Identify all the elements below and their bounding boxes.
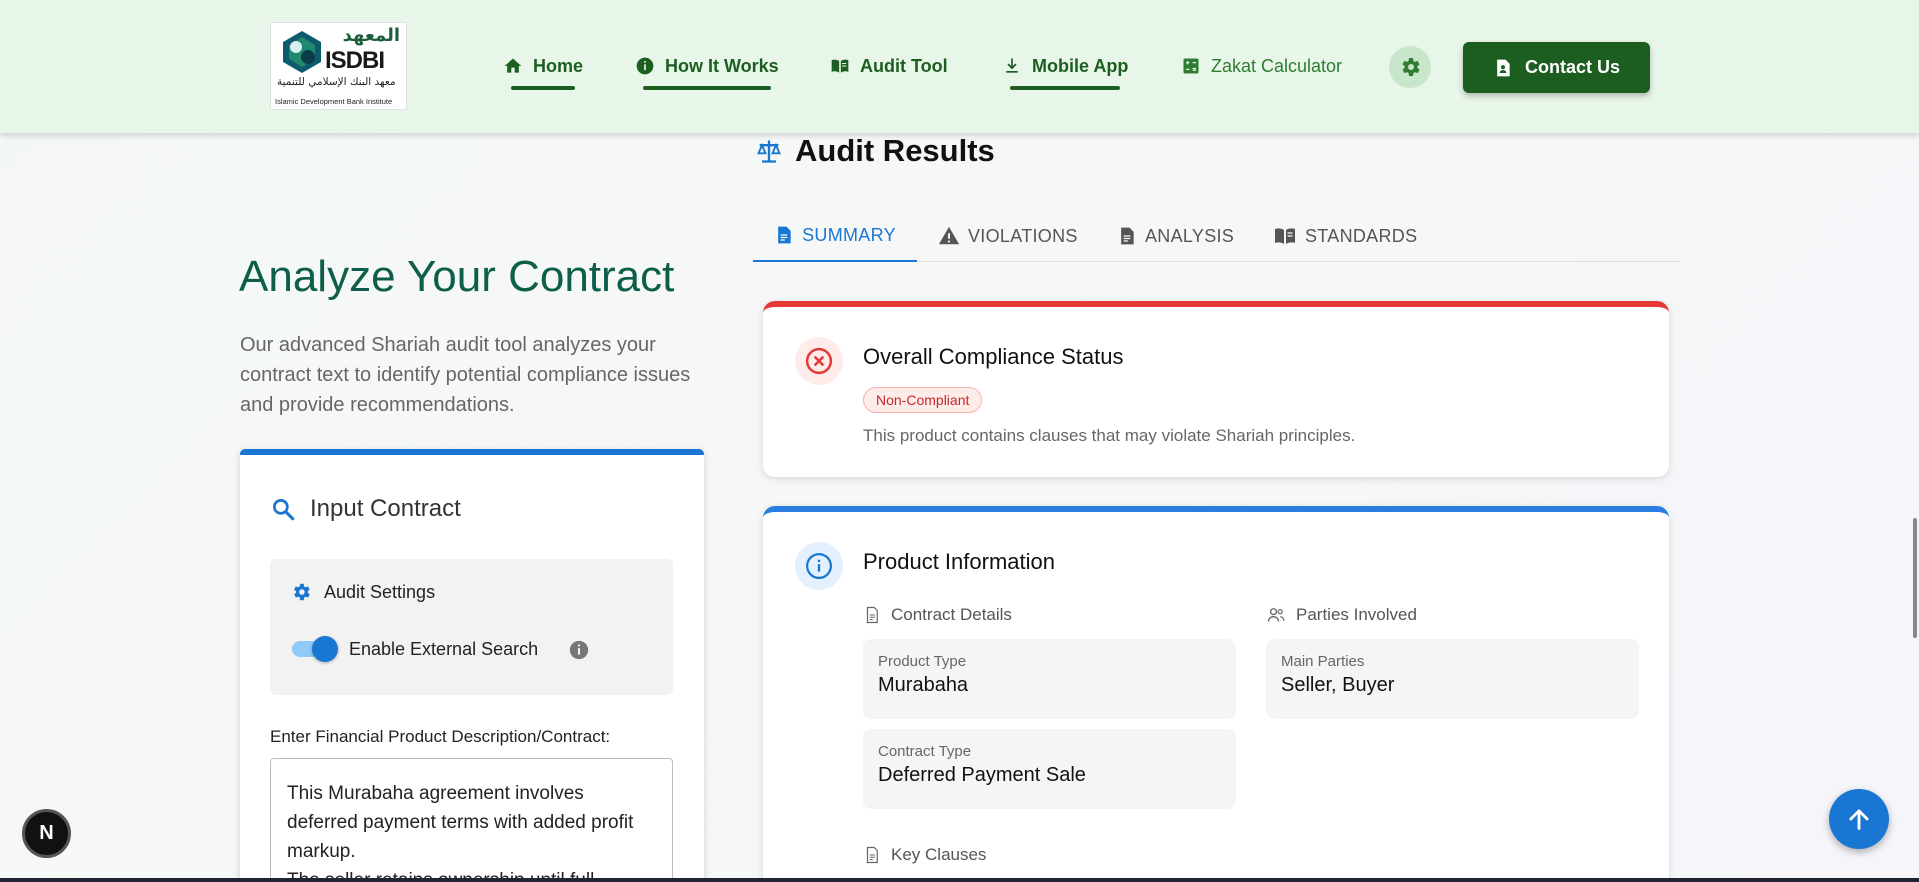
tab-summary[interactable]: SUMMARY [753,210,917,262]
calculator-icon [1183,58,1199,74]
nav-home-underline [511,86,576,90]
nav-mobile-app-underline [1010,86,1121,90]
error-circle-icon [805,347,833,375]
external-search-label: Enable External Search [349,639,539,659]
compliance-status-card: Overall Compliance Status Non-Compliant … [763,301,1669,477]
logo-arabic-title: المعهد [342,25,400,46]
tab-violations-label: VIOLATIONS [968,225,1078,246]
logo-arabic-name: معهد البنك الإسلامي للتنمية [277,76,396,88]
audit-settings-header: Audit Settings [290,581,435,603]
gear-icon [294,583,310,601]
product-type-label: Product Type [878,653,967,670]
nav-audit-tool[interactable]: Audit Tool [830,52,948,80]
info-outline-icon [806,553,832,579]
download-icon [1006,58,1018,73]
audit-results-title: Audit Results [795,133,995,168]
scrollbar-thumb[interactable] [1913,518,1917,638]
tab-summary-label: SUMMARY [802,224,896,245]
main-parties-box: Main Parties Seller, Buyer [1266,639,1639,719]
document-icon [1121,227,1134,245]
page-description: Our advanced Shariah audit tool analyzes… [240,334,691,416]
nav-zakat-calculator-label: Zakat Calculator [1211,55,1343,76]
tab-standards[interactable]: STANDARDS [1273,210,1417,262]
settings-button[interactable] [1389,46,1431,88]
audit-settings-title: Audit Settings [324,581,436,602]
nav-home[interactable]: Home [503,52,584,90]
results-tabs: SUMMARY VIOLATIONS ANALYSIS STANDARDS [753,210,1679,262]
audit-settings-panel: Audit Settings Enable External Search [270,559,673,695]
next-dev-indicator-button[interactable]: N [22,809,71,858]
nav-audit-tool-label: Audit Tool [860,55,948,76]
nav-home-label: Home [533,55,584,76]
info-icon[interactable] [568,639,590,661]
key-clauses-section: Key Clauses [863,845,986,865]
contact-document-icon [1497,59,1510,76]
n-badge-label: N [39,822,54,844]
logo-english-name: Islamic Development Bank Institute [275,97,393,106]
external-search-toggle[interactable] [290,635,338,663]
nav-how-it-works-underline [643,86,771,90]
tab-analysis[interactable]: ANALYSIS [1117,210,1234,262]
tab-analysis-label: ANALYSIS [1145,225,1235,246]
page-title: Analyze Your Contract [239,252,675,301]
home-icon [504,58,522,73]
logo-acronym: ISDBI [325,47,385,74]
contract-type-value: Deferred Payment Sale [878,764,1086,786]
nav-mobile-app-label: Mobile App [1032,55,1129,76]
search-icon [272,498,295,521]
bottom-edge-bar [0,878,1919,882]
product-type-value: Murabaha [878,674,969,696]
arrow-up-icon [1849,809,1869,830]
status-icon-wrapper [795,337,843,385]
compliance-status-description: This product contains clauses that may v… [863,426,1356,445]
contract-textarea[interactable]: This Murabaha agreement involves deferre… [270,758,673,882]
book-icon [1275,228,1295,244]
input-contract-card: Input Contract Audit Settings Enable Ext… [240,449,704,882]
book-icon [831,59,849,73]
users-icon [1267,608,1285,622]
contract-details-section: Contract Details [863,605,1012,625]
document-outline-icon [866,606,878,624]
product-information-card: Product Information Contract Details Par… [763,506,1669,882]
contract-type-label: Contract Type [878,743,972,760]
nav-how-it-works[interactable]: How It Works [635,52,779,90]
toggle-knob [312,636,338,662]
scale-balance-icon [757,140,781,163]
main-parties-label: Main Parties [1281,653,1365,670]
contract-details-label: Contract Details [891,605,1012,624]
key-clauses-label: Key Clauses [891,845,987,864]
document-outline-icon [866,846,878,864]
nav-how-it-works-label: How It Works [665,55,779,76]
document-icon [778,226,791,244]
parties-involved-label: Parties Involved [1296,605,1417,624]
compliance-status-title: Overall Compliance Status [863,344,1124,369]
scroll-to-top-button[interactable] [1829,789,1889,849]
main-parties-value: Seller, Buyer [1281,674,1395,696]
contact-us-button[interactable]: Contact Us [1463,42,1650,93]
parties-involved-section: Parties Involved [1266,605,1417,625]
nav-zakat-calculator[interactable]: Zakat Calculator [1181,52,1342,80]
isdbi-logo[interactable]: المعهد ISDBI معهد البنك الإسلامي للتنمية… [270,22,407,110]
product-icon-wrapper [795,542,843,590]
tab-violations[interactable]: VIOLATIONS [938,210,1078,262]
input-contract-title: Input Contract [310,495,461,522]
logo-hexagon-icon [283,31,321,73]
top-nav-bar: المعهد ISDBI معهد البنك الإسلامي للتنمية… [0,0,1919,133]
product-type-box: Product Type Murabaha [863,639,1236,719]
contract-type-box: Contract Type Deferred Payment Sale [863,729,1236,809]
warning-icon [938,226,960,245]
nav-mobile-app[interactable]: Mobile App [1002,52,1129,90]
product-information-title: Product Information [863,549,1055,574]
audit-results-header: Audit Results [755,133,995,169]
tab-standards-label: STANDARDS [1305,225,1418,246]
contact-us-label: Contact Us [1524,57,1620,77]
status-badge: Non-Compliant [863,387,983,413]
input-contract-header: Input Contract [270,495,461,523]
info-icon [636,57,654,75]
gear-icon [1402,58,1420,76]
contract-field-label: Enter Financial Product Description/Cont… [270,727,611,746]
